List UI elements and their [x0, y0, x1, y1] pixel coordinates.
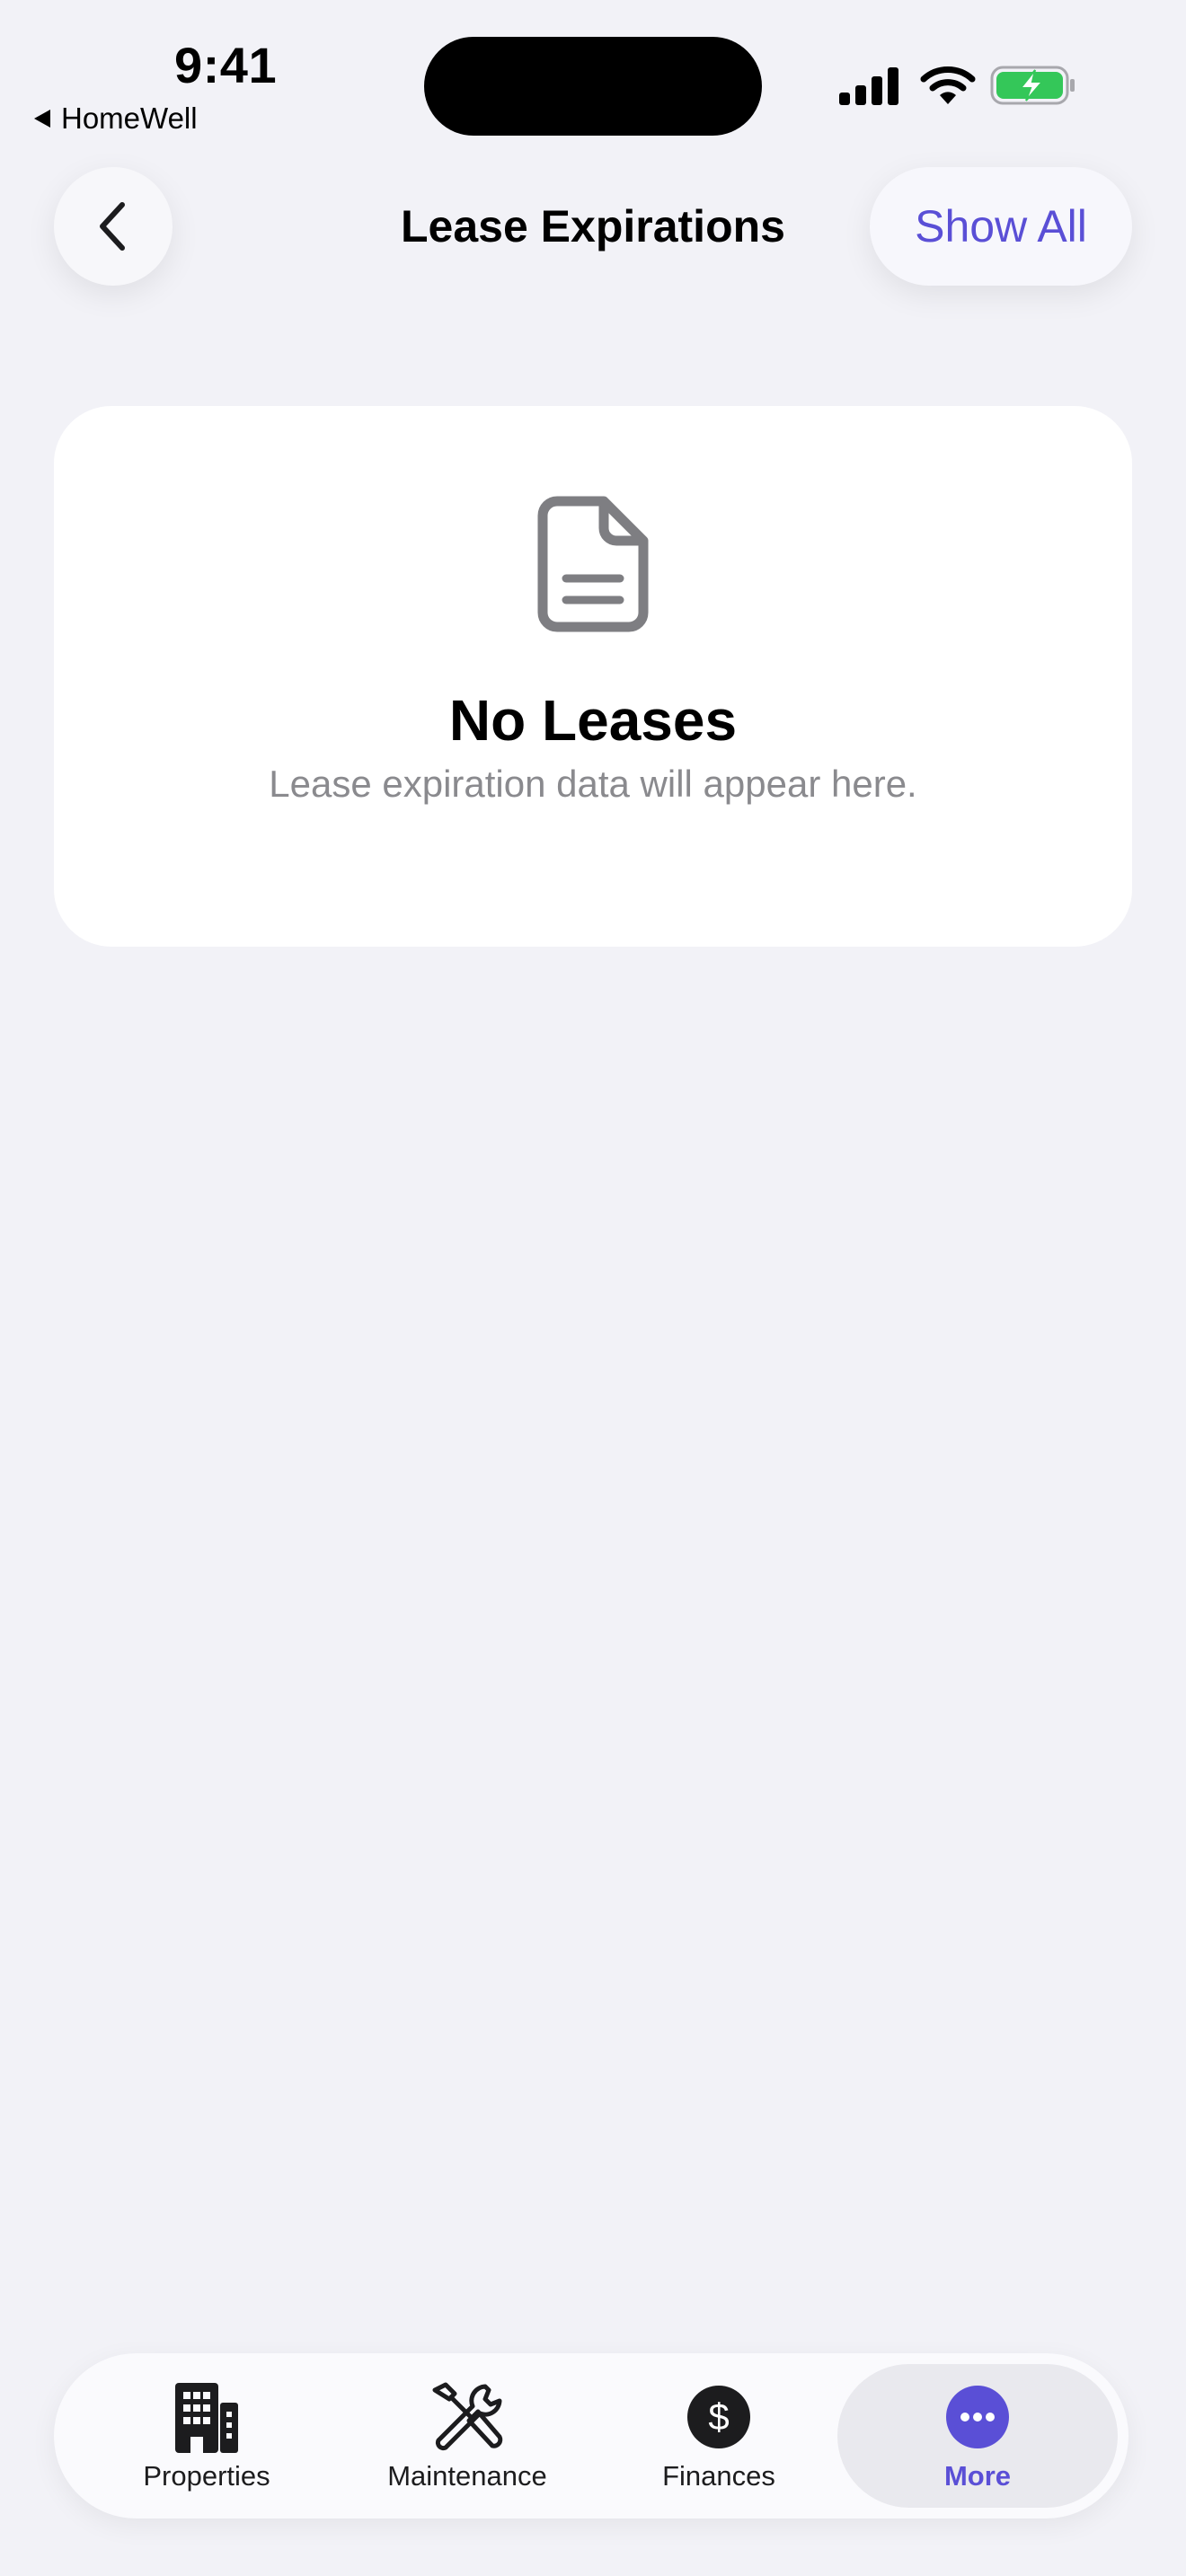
- tab-bar: Properties Maintenance $ Finances More: [54, 2353, 1128, 2519]
- cellular-signal-icon: [839, 67, 898, 105]
- tab-more[interactable]: More: [837, 2364, 1118, 2508]
- status-time: 9:41: [174, 37, 278, 93]
- empty-state-card: No Leases Lease expiration data will app…: [54, 406, 1132, 947]
- battery-charging-icon: [990, 66, 1075, 105]
- show-all-button[interactable]: Show All: [870, 167, 1132, 286]
- status-back-to-app[interactable]: HomeWell: [34, 101, 198, 137]
- tab-maintenance[interactable]: Maintenance: [359, 2353, 575, 2519]
- document-icon: [537, 496, 649, 632]
- tab-finances-label: Finances: [662, 2460, 775, 2492]
- tab-more-label: More: [943, 2460, 1012, 2492]
- tab-finances[interactable]: $ Finances: [629, 2353, 809, 2519]
- back-triangle-icon: [34, 110, 50, 128]
- tab-properties[interactable]: Properties: [108, 2353, 305, 2519]
- ellipsis-circle-icon: [946, 2386, 1009, 2448]
- dynamic-island: [424, 37, 762, 136]
- tab-properties-label: Properties: [143, 2460, 270, 2492]
- wrench-screwdriver-icon: [432, 2382, 503, 2451]
- empty-state-title: No Leases: [448, 688, 738, 753]
- tab-maintenance-label: Maintenance: [387, 2460, 547, 2492]
- wifi-icon: [920, 66, 976, 104]
- dollar-circle-icon: $: [687, 2386, 750, 2448]
- empty-state-subtitle: Lease expiration data will appear here.: [269, 763, 917, 805]
- building-icon: [175, 2383, 238, 2453]
- svg-text:$: $: [708, 2395, 729, 2438]
- status-back-label: HomeWell: [61, 101, 198, 135]
- status-icons: [839, 65, 1076, 106]
